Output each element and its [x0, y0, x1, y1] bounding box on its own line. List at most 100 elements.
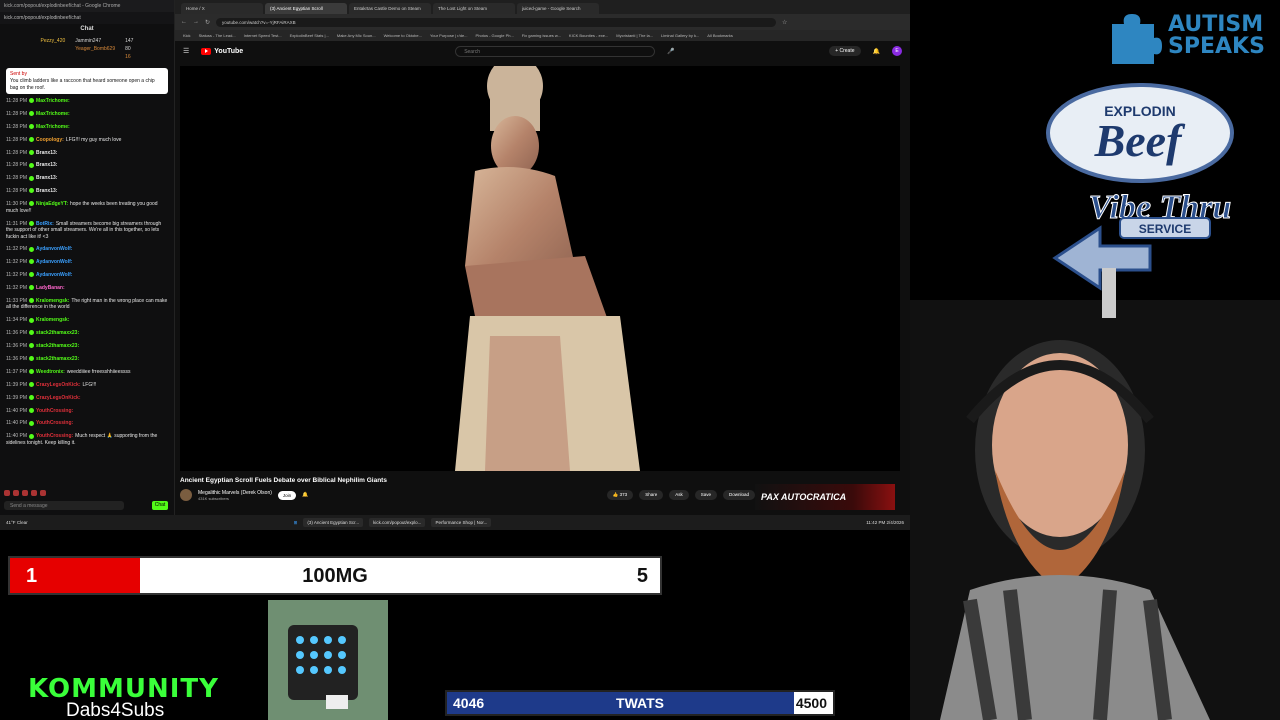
message-username[interactable]: AydanvonWolf:: [36, 272, 72, 278]
message-username[interactable]: LadyBanan:: [36, 285, 65, 291]
tab-steam-2[interactable]: The Lost Light on Steam: [433, 3, 515, 14]
bookmark-item[interactable]: Mycristanti | The la...: [616, 33, 653, 38]
bookmark-item[interactable]: Kick: [183, 33, 191, 38]
bookmark-item[interactable]: Welcome to Oktobe...: [384, 33, 422, 38]
message-username[interactable]: YouthCrossing:: [36, 408, 73, 414]
bookmark-item[interactable]: ExplodinBeef Stats |...: [290, 33, 329, 38]
bookmark-item[interactable]: Fix gaming issues w...: [522, 33, 561, 38]
youtube-search-input[interactable]: Search: [455, 45, 656, 57]
tab-x[interactable]: Home / X: [181, 3, 263, 14]
leader-3-name[interactable]: Yeager_Bomb629: [75, 46, 115, 52]
star-icon[interactable]: ☆: [782, 19, 787, 26]
notification-bell-icon[interactable]: 🔔: [302, 492, 308, 498]
message-username[interactable]: MaxTrichome:: [36, 111, 70, 117]
reload-icon[interactable]: ↻: [205, 19, 210, 26]
emote-icon[interactable]: [40, 490, 46, 496]
channel-info: Megalithic Marvels (Derek Olson) 431K su…: [198, 490, 272, 501]
message-username[interactable]: Branx13:: [36, 150, 57, 156]
forward-icon[interactable]: →: [193, 19, 199, 25]
message-username[interactable]: Kralomengsk:: [36, 298, 69, 304]
pax-autocratica-banner: PAX AUTOCRATICA: [755, 484, 895, 510]
back-icon[interactable]: ←: [181, 19, 187, 25]
goal-bar-100mg: 100MG 1 5: [8, 556, 662, 595]
bookmark-item[interactable]: Make Any Mic Soun...: [337, 33, 376, 38]
message-username[interactable]: stack2thamaxx23:: [36, 330, 79, 336]
like-button[interactable]: 👍 373: [606, 490, 634, 500]
message-username[interactable]: AydanvonWolf:: [36, 246, 72, 252]
message-username[interactable]: Branx13:: [36, 162, 57, 168]
bookmark-item[interactable]: Liminal Gallery by k...: [661, 33, 699, 38]
chat-input[interactable]: Send a message: [4, 501, 124, 510]
windows-start-icon[interactable]: ⊞: [294, 520, 298, 526]
emote-icon[interactable]: [13, 490, 19, 496]
bookmark-item[interactable]: Photos - Google Ph...: [476, 33, 514, 38]
tab-steam-1[interactable]: Entakrtas Castle Demo on Steam: [349, 3, 431, 14]
taskbar-item-youtube[interactable]: (3) Ancient Egyptian Scr...: [303, 518, 364, 527]
message-time: 11:32 PM: [6, 285, 28, 292]
join-button[interactable]: Join: [277, 490, 297, 500]
message-username[interactable]: CrazyLegsOnKick:: [36, 395, 80, 401]
address-bar[interactable]: youtube.com/watch?v=-YjRFAiRAXB: [216, 17, 777, 27]
message-username[interactable]: MaxTrichome:: [36, 98, 70, 104]
message-username[interactable]: NinjaEdgeYT:: [36, 201, 68, 207]
mic-icon[interactable]: 🎤: [667, 48, 674, 55]
share-button[interactable]: Share: [639, 490, 664, 500]
bookmark-item[interactable]: Internet Speed Test...: [244, 33, 282, 38]
youtube-logo[interactable]: YouTube: [201, 47, 243, 55]
emote-icon[interactable]: [22, 490, 28, 496]
chat-send-button[interactable]: Chat: [152, 501, 168, 510]
weather-widget[interactable]: 41°F Clear: [6, 520, 28, 525]
taskbar-clock[interactable]: 11:42 PM 2/4/2026: [866, 520, 904, 525]
leader-1-name[interactable]: Pezzy_420: [41, 38, 66, 44]
message-username[interactable]: CrazyLegsOnKick:: [36, 382, 80, 388]
chat-url-bar[interactable]: kick.com/popout/explodinbeef/chat: [0, 12, 174, 24]
message-time: 11:28 PM: [6, 149, 28, 156]
leader-2-name[interactable]: Jammin247: [75, 38, 115, 44]
message-text: LFG!!! my guy much love: [65, 136, 122, 143]
message-username[interactable]: Weedtronix:: [36, 369, 65, 375]
gift-leaderboard: Pezzy_420 Jammin247 Yeager_Bomb629 147 8…: [0, 34, 174, 64]
message-username[interactable]: MaxTrichome:: [36, 124, 70, 130]
chat-message: 11:32 PM LadyBanan:: [6, 285, 168, 292]
video-title: Ancient Egyptian Scroll Fuels Debate ove…: [180, 477, 387, 484]
message-username[interactable]: Kralomengsk:: [36, 317, 69, 323]
youtube-play-icon: [201, 47, 212, 55]
message-username[interactable]: YouthCrossing:: [36, 420, 73, 426]
taskbar-item-kick[interactable]: kick.com/popout/explo...: [369, 518, 426, 527]
chat-message: 11:28 PM MaxTrichome:: [6, 124, 168, 131]
pinned-message[interactable]: Sent by You climb ladders like a raccoon…: [6, 68, 168, 94]
message-username[interactable]: Branx13:: [36, 175, 57, 181]
pinned-text: You climb ladders like a raccoon that he…: [10, 78, 155, 91]
save-button[interactable]: Save: [694, 490, 717, 500]
message-time: 11:32 PM: [6, 259, 28, 266]
message-username[interactable]: stack2thamaxx23:: [36, 343, 79, 349]
bell-icon[interactable]: 🔔: [873, 48, 880, 55]
message-username[interactable]: YouthCrossing:: [36, 433, 73, 439]
emote-icon[interactable]: [31, 490, 37, 496]
youtube-avatar[interactable]: E: [892, 46, 902, 56]
bookmark-item[interactable]: Statuss - The Lead...: [199, 33, 236, 38]
message-username[interactable]: Coopology:: [36, 137, 64, 143]
video-player[interactable]: [180, 66, 900, 471]
tab-google[interactable]: juiced-game - Google Search: [517, 3, 599, 14]
create-button[interactable]: + Create: [829, 46, 861, 56]
ask-button[interactable]: Ask: [669, 490, 689, 500]
download-button[interactable]: Download: [722, 490, 755, 500]
message-username[interactable]: AydanvonWolf:: [36, 259, 72, 265]
taskbar-item-performance[interactable]: Performance Shop | Nor...: [431, 518, 492, 527]
message-time: 11:33 PM: [6, 297, 28, 304]
bookmark-item[interactable]: Your Purpose | r/de...: [430, 33, 468, 38]
message-username[interactable]: Branx13:: [36, 188, 57, 194]
menu-icon[interactable]: ☰: [183, 47, 189, 55]
message-username[interactable]: BotRix:: [36, 221, 54, 227]
subscriber-badge-icon: [29, 272, 35, 278]
bookmark-item[interactable]: KICK Bounties - exe...: [569, 33, 608, 38]
bookmark-item[interactable]: All Bookmarks: [707, 33, 733, 38]
subscriber-badge-icon: [29, 123, 35, 129]
message-username[interactable]: stack2thamaxx23:: [36, 356, 79, 362]
channel-name[interactable]: Megalithic Marvels (Derek Olson): [198, 490, 272, 496]
tab-youtube[interactable]: (3) Ancient Egyptian Scroll: [265, 3, 347, 14]
channel-avatar[interactable]: [180, 489, 192, 501]
leaderboard-counts: 147 80 16: [125, 38, 133, 64]
emote-icon[interactable]: [4, 490, 10, 496]
